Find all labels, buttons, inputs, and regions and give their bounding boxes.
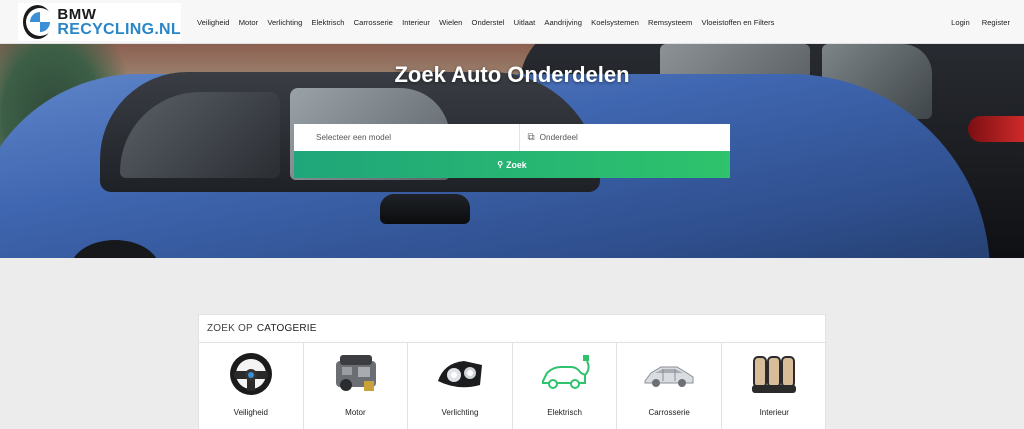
category-heading-strong: CATOGERIE <box>256 323 317 334</box>
part-input[interactable]: ⧉ Onderdeel <box>520 124 731 151</box>
search-button-label: Zoek <box>506 159 527 170</box>
register-link[interactable]: Register <box>982 18 1010 27</box>
category-tile-motor[interactable]: Motor <box>304 343 409 429</box>
category-tile-elektrisch[interactable]: Elektrisch <box>513 343 618 429</box>
nav-item-uitlaat[interactable]: Uitlaat <box>514 18 536 27</box>
category-tile-verlichting[interactable]: Verlichting <box>408 343 513 429</box>
category-heading: ZOEK OP CATOGERIE <box>199 315 827 343</box>
parts-icon: ⧉ <box>527 132 535 143</box>
part-input-placeholder: Onderdeel <box>539 133 578 142</box>
model-select-placeholder: Selecteer een model <box>316 133 392 142</box>
car-seats-icon <box>751 356 796 393</box>
category-label: Interieur <box>759 408 789 417</box>
nav-item-motor[interactable]: Motor <box>239 18 258 27</box>
category-label: Motor <box>345 408 366 417</box>
nav-item-wielen[interactable]: Wielen <box>439 18 462 27</box>
nav-item-carrosserie[interactable]: Carrosserie <box>354 18 393 27</box>
nav-item-remsysteem[interactable]: Remsysteem <box>648 18 692 27</box>
hero-title: Zoek Auto Onderdelen <box>394 62 630 87</box>
nav-item-veiligheid[interactable]: Veiligheid <box>197 18 230 27</box>
car-body-icon <box>644 366 694 387</box>
logo-text-bottom: RECYCLING.NL <box>57 21 181 38</box>
nav-item-vloeistoffen[interactable]: Vloeistoffen en Filters <box>702 18 775 27</box>
search-button[interactable]: ⚲ Zoek <box>294 151 730 178</box>
engine-icon <box>335 355 376 391</box>
login-link[interactable]: Login <box>951 18 970 27</box>
nav-item-koelsystemen[interactable]: Koelsystemen <box>591 18 639 27</box>
nav-item-interieur[interactable]: Interieur <box>402 18 430 27</box>
auth-links: Login Register <box>939 0 1010 44</box>
site-header: BMW RECYCLING.NL Veiligheid Motor Verlic… <box>0 0 1024 44</box>
model-select[interactable]: Selecteer een model <box>294 124 520 151</box>
category-label: Carrosserie <box>648 408 690 417</box>
nav-item-aandrijving[interactable]: Aandrijving <box>544 18 582 27</box>
category-card: ZOEK OP CATOGERIE Veiligheid Motor Verli… <box>198 314 827 429</box>
search-icon: ⚲ <box>497 160 504 169</box>
category-tile-veiligheid[interactable]: Veiligheid <box>199 343 304 429</box>
steering-wheel-icon <box>230 353 272 395</box>
logo-text-top: BMW <box>57 6 97 23</box>
nav-item-onderstel[interactable]: Onderstel <box>472 18 505 27</box>
main-nav: Veiligheid Motor Verlichting Elektrisch … <box>197 0 784 44</box>
category-tile-carrosserie[interactable]: Carrosserie <box>617 343 722 429</box>
category-label: Verlichting <box>441 408 479 417</box>
category-grid: Veiligheid Motor Verlichting Elektrisch … <box>199 343 827 429</box>
category-heading-prefix: ZOEK OP <box>207 323 253 334</box>
category-tile-interieur[interactable]: Interieur <box>722 343 827 429</box>
category-label: Elektrisch <box>547 408 582 417</box>
nav-item-verlichting[interactable]: Verlichting <box>267 18 302 27</box>
electric-car-icon <box>541 355 590 389</box>
site-logo[interactable]: BMW RECYCLING.NL <box>18 3 181 41</box>
category-label: Veiligheid <box>233 408 268 417</box>
bmw-roundel-icon <box>23 5 54 39</box>
search-bar: Selecteer een model ⧉ Onderdeel <box>294 124 730 151</box>
nav-item-elektrisch[interactable]: Elektrisch <box>312 18 345 27</box>
headlight-icon <box>438 361 483 388</box>
